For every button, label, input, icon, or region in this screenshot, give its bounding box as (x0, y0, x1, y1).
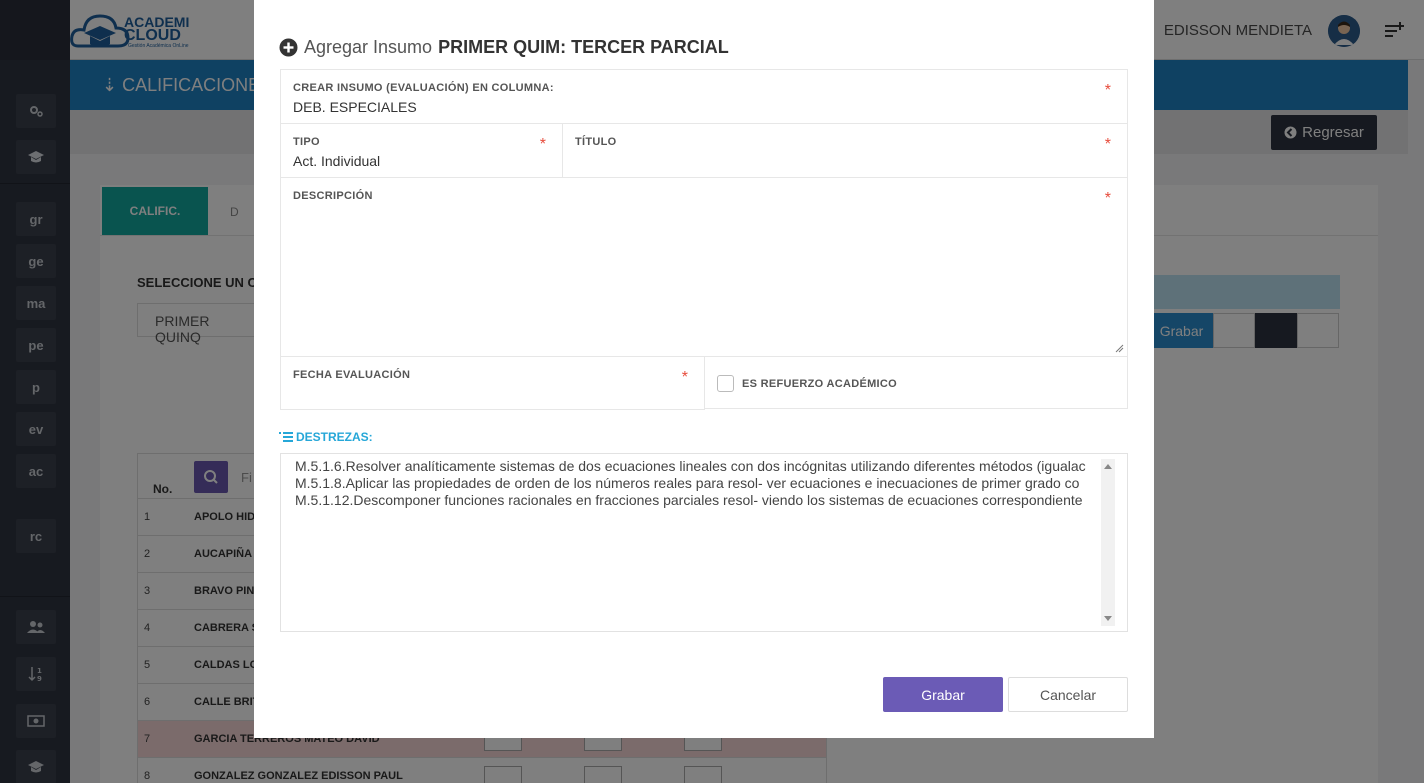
tipo-label: TIPO (293, 136, 320, 148)
scroll-down-arrow-icon[interactable] (1104, 616, 1112, 621)
refuerzo-checkbox[interactable] (717, 375, 734, 392)
list-icon (279, 432, 293, 442)
columna-value: DEB. ESPECIALES (293, 99, 417, 115)
titulo-input[interactable]: TÍTULO * (562, 123, 1128, 178)
destreza-option[interactable]: M.5.1.6.Resolver analíticamente sistemas… (295, 458, 1086, 474)
descripcion-textarea[interactable]: DESCRIPCIÓN * (280, 177, 1128, 357)
agregar-insumo-modal: Agregar Insumo PRIMER QUIM: TERCER PARCI… (254, 0, 1154, 738)
destrezas-scrollbar[interactable] (1101, 459, 1115, 626)
plus-circle-icon (279, 38, 298, 57)
required-mark: * (539, 136, 546, 153)
resize-handle-icon[interactable] (1114, 343, 1124, 353)
required-mark: * (1104, 82, 1111, 99)
destreza-option[interactable]: M.5.1.12.Descomponer funciones racionale… (295, 492, 1083, 508)
columna-label: CREAR INSUMO (EVALUACIÓN) EN COLUMNA: (293, 82, 554, 94)
fecha-label: FECHA EVALUACIÓN (293, 369, 411, 381)
destreza-option[interactable]: M.5.1.8.Aplicar las propiedades de orden… (295, 475, 1079, 491)
required-mark: * (1104, 190, 1111, 207)
destrezas-heading: DESTREZAS: (279, 430, 373, 444)
modal-title: Agregar Insumo PRIMER QUIM: TERCER PARCI… (279, 37, 729, 58)
refuerzo-label[interactable]: ES REFUERZO ACADÉMICO (742, 378, 897, 390)
columna-field[interactable]: CREAR INSUMO (EVALUACIÓN) EN COLUMNA: DE… (280, 69, 1128, 124)
required-mark: * (681, 369, 688, 386)
destrezas-select-list[interactable]: M.5.1.6.Resolver analíticamente sistemas… (280, 453, 1128, 632)
refuerzo-field: ES REFUERZO ACADÉMICO (704, 356, 1128, 409)
cancelar-button[interactable]: Cancelar (1008, 677, 1128, 712)
required-mark: * (1104, 136, 1111, 153)
tipo-value: Act. Individual (293, 153, 381, 169)
descripcion-label: DESCRIPCIÓN (293, 190, 373, 202)
scroll-up-arrow-icon[interactable] (1104, 464, 1112, 469)
titulo-label: TÍTULO (575, 136, 617, 148)
fecha-evaluacion-input[interactable]: FECHA EVALUACIÓN * (280, 356, 705, 410)
grabar-button[interactable]: Grabar (883, 677, 1003, 712)
tipo-select[interactable]: TIPO Act. Individual * (280, 123, 563, 178)
